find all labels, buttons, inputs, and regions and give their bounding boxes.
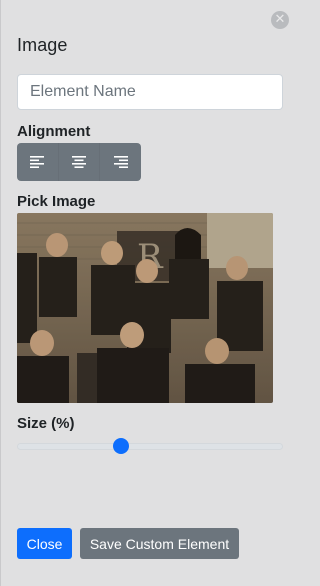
alignment-label: Alignment: [17, 123, 91, 140]
align-right-button[interactable]: [99, 143, 141, 181]
group-photo-image: R: [17, 213, 273, 403]
save-custom-element-button[interactable]: Save Custom Element: [80, 528, 239, 559]
panel-title: Image: [17, 35, 68, 55]
size-slider[interactable]: [17, 436, 283, 456]
selected-image[interactable]: R: [17, 213, 273, 403]
align-left-button[interactable]: [17, 143, 58, 181]
image-element-panel: ✕ Image Alignment: [0, 0, 298, 586]
close-panel-icon[interactable]: ✕: [271, 11, 289, 29]
slider-track: [17, 443, 283, 450]
align-center-button[interactable]: [57, 143, 100, 181]
align-left-icon: [30, 156, 45, 168]
size-label: Size (%): [17, 415, 75, 432]
pick-image-label: Pick Image: [17, 193, 96, 210]
align-center-icon: [72, 156, 86, 168]
close-button[interactable]: Close: [17, 528, 72, 559]
slider-thumb[interactable]: [112, 438, 129, 454]
align-right-icon: [113, 156, 128, 168]
alignment-button-group: [17, 143, 141, 181]
element-name-input[interactable]: [17, 74, 283, 110]
